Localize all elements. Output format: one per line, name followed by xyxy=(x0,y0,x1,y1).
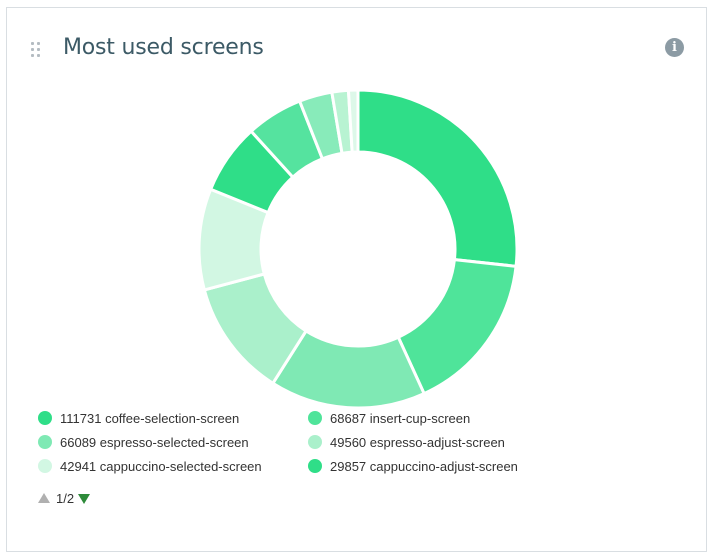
legend-item-value: 66089 xyxy=(60,435,97,450)
legend-item-value: 42941 xyxy=(60,459,97,474)
legend-item-espresso-adjust-screen[interactable]: 49560 espresso-adjust-screen xyxy=(308,435,505,451)
legend-color-dot-icon xyxy=(308,435,322,450)
legend-prev-page-arrow-icon[interactable] xyxy=(38,493,50,504)
legend-item-value: 49560 xyxy=(330,435,367,450)
legend-color-dot-icon xyxy=(38,459,52,474)
legend-item-label: coffee-selection-screen xyxy=(105,411,240,426)
legend-item-value: 111731 xyxy=(60,411,102,426)
legend-item-label: cappuccino-selected-screen xyxy=(99,459,262,474)
legend-color-dot-icon xyxy=(308,411,322,426)
legend-item-coffee-selection-screen[interactable]: 111731 coffee-selection-screen xyxy=(38,411,239,427)
legend-item-label: cappuccino-adjust-screen xyxy=(369,459,518,474)
legend-pager: 1/2 xyxy=(38,491,91,507)
donut-slice-coffee-selection-screen[interactable] xyxy=(356,88,519,268)
legend-color-dot-icon xyxy=(38,435,52,450)
legend-page-indicator: 1/2 xyxy=(56,491,75,506)
legend-item-label: espresso-selected-screen xyxy=(99,435,249,450)
legend-color-dot-icon xyxy=(308,459,322,474)
legend-next-page-arrow-icon[interactable] xyxy=(78,493,91,504)
legend-item-label: insert-cup-screen xyxy=(369,411,471,426)
legend-item-cappuccino-adjust-screen[interactable]: 29857 cappuccino-adjust-screen xyxy=(308,459,518,475)
legend-item-cappuccino-selected-screen[interactable]: 42941 cappuccino-selected-screen xyxy=(38,459,262,475)
legend-item-espresso-selected-screen[interactable]: 66089 espresso-selected-screen xyxy=(38,435,249,451)
legend-item-insert-cup-screen[interactable]: 68687 insert-cup-screen xyxy=(308,411,470,427)
donut-chart xyxy=(197,88,519,410)
legend-item-value: 29857 xyxy=(330,459,367,474)
legend-color-dot-icon xyxy=(38,411,52,426)
legend-item-value: 68687 xyxy=(330,411,367,426)
legend-item-label: espresso-adjust-screen xyxy=(369,435,505,450)
